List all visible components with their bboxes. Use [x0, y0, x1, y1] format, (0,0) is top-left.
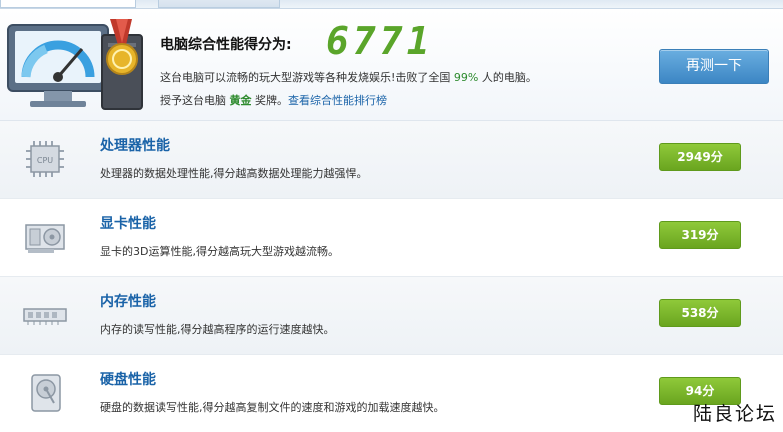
summary-line-2: 授予这台电脑 黄金 奖牌。查看综合性能排行榜 [160, 94, 387, 107]
category-desc: 显卡的3D运算性能,得分越高玩大型游戏越流畅。 [100, 245, 339, 258]
category-desc: 内存的读写性能,得分越高程序的运行速度越快。 [100, 323, 335, 336]
memory-icon [23, 308, 67, 325]
category-title: 硬盘性能 [100, 372, 156, 388]
beat-percentage: 99% [453, 71, 479, 84]
category-score-badge: 2949分 [659, 143, 741, 171]
category-score-badge: 319分 [659, 221, 741, 249]
cpu-icon: CPU [26, 141, 64, 177]
tab-hardware-tools[interactable]: 硬件测试工具 [158, 0, 280, 8]
tab-performance-test[interactable]: 电脑性能测试 [0, 0, 136, 8]
category-row-memory: 内存性能 内存的读写性能,得分越高程序的运行速度越快。 538分 [0, 277, 783, 355]
category-title: 显卡性能 [100, 216, 156, 232]
svg-text:CPU: CPU [37, 156, 53, 165]
graphics-card-icon [25, 224, 65, 253]
summary-panel: 电脑综合性能得分为: 6771 这台电脑可以流畅的玩大型游戏等各种发烧娱乐!击败… [0, 9, 783, 121]
ranking-link[interactable]: 查看综合性能排行榜 [288, 94, 387, 107]
category-row-graphics: 显卡性能 显卡的3D运算性能,得分越高玩大型游戏越流畅。 319分 [0, 199, 783, 277]
summary-line-1: 这台电脑可以流畅的玩大型游戏等各种发烧娱乐!击败了全国 99% 人的电脑。 [160, 71, 537, 84]
speedometer-monitor-icon [7, 19, 143, 110]
retest-button[interactable]: 再测一下 [659, 49, 769, 84]
tab-strip: 电脑性能测试 硬件测试工具 [0, 0, 783, 9]
overall-score: 6771 [326, 19, 434, 63]
category-title: 内存性能 [100, 294, 156, 310]
score-title: 电脑综合性能得分为: [160, 37, 292, 53]
category-row-cpu: CPU 处理器性能 处理器的数据处理性能,得分越高数据处理能力越强悍。 2949… [0, 121, 783, 199]
category-desc: 处理器的数据处理性能,得分越高数据处理能力越强悍。 [100, 167, 368, 180]
category-desc: 硬盘的数据读写性能,得分越高复制文件的速度和游戏的加载速度越快。 [100, 401, 445, 414]
medal-level: 黄金 [229, 94, 252, 107]
category-title: 处理器性能 [100, 138, 170, 154]
category-score-badge: 538分 [659, 299, 741, 327]
forum-watermark: 陆良论坛 [692, 403, 777, 425]
hard-disk-icon [31, 374, 61, 412]
category-row-disk: 硬盘性能 硬盘的数据读写性能,得分越高复制文件的速度和游戏的加载速度越快。 94… [0, 355, 783, 432]
